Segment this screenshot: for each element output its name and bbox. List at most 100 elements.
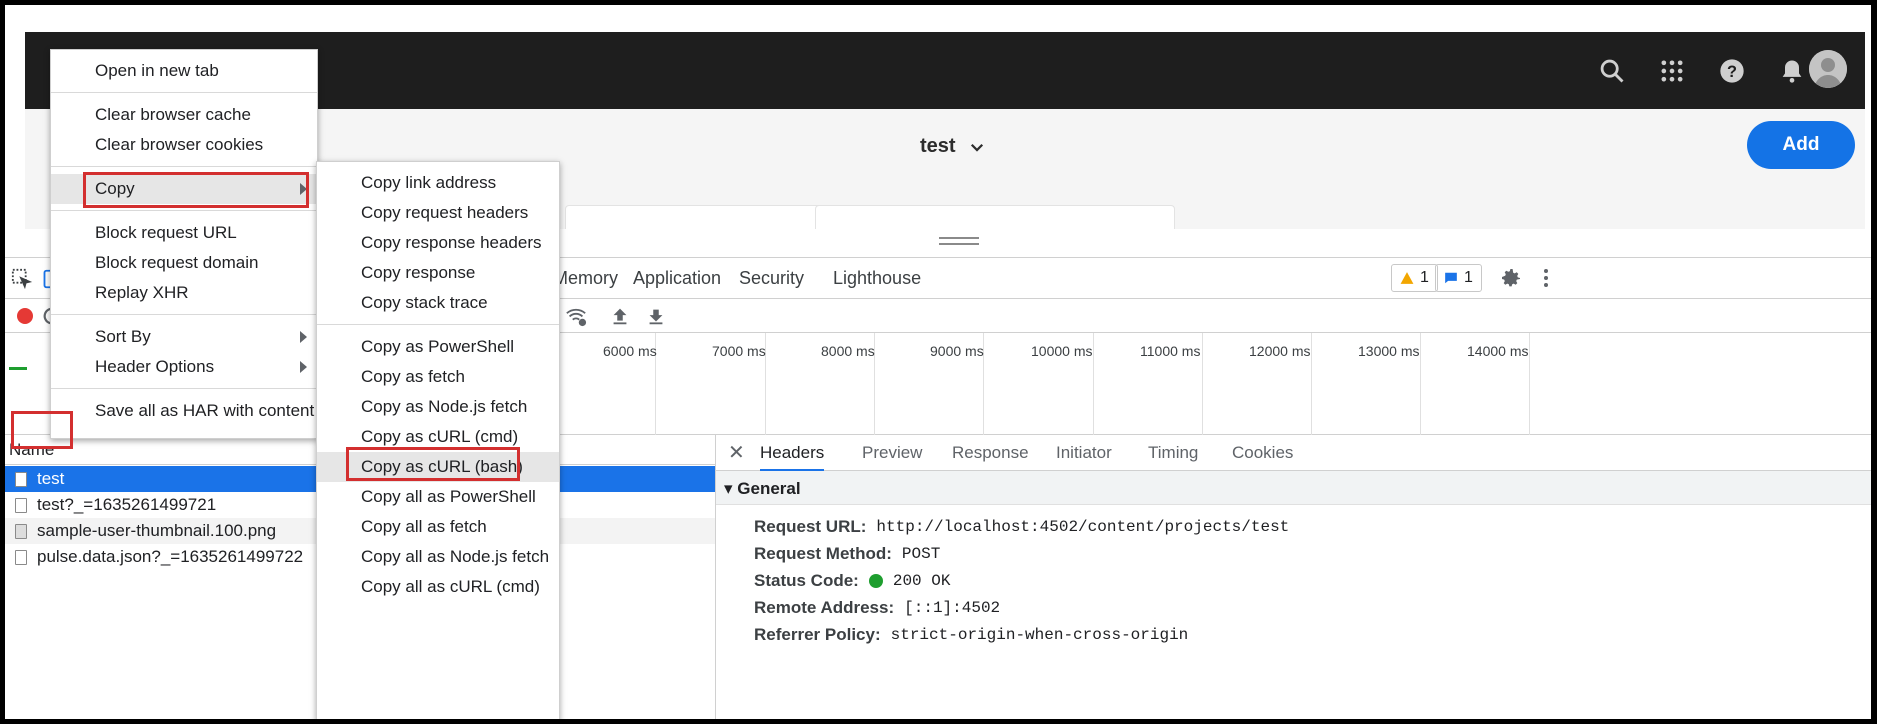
tab-lighthouse[interactable]: Lighthouse (833, 268, 921, 289)
menu-item-copy-request-headers[interactable]: Copy request headers (317, 198, 559, 228)
menu-item-copy-all-as-fetch[interactable]: Copy all as fetch (317, 512, 559, 542)
tab-memory[interactable]: Memory (553, 268, 618, 289)
document-icon (15, 471, 27, 487)
general-section-header[interactable]: ▾ General (716, 471, 1871, 505)
search-icon[interactable] (1595, 54, 1629, 88)
document-icon (15, 549, 27, 565)
warnings-badge[interactable]: 1 (1391, 264, 1438, 292)
menu-item-copy-response-headers[interactable]: Copy response headers (317, 228, 559, 258)
request-details-pane: ✕ Headers Preview Response Initiator Tim… (715, 435, 1871, 719)
gear-icon[interactable] (1497, 264, 1525, 292)
timeline-gridline (1529, 333, 1530, 435)
tab-initiator[interactable]: Initiator (1056, 443, 1112, 463)
add-button[interactable]: Add (1747, 121, 1855, 169)
menu-item-save-har[interactable]: Save all as HAR with content (51, 396, 317, 426)
tab-application[interactable]: Application (633, 268, 721, 289)
menu-item-copy-stack-trace[interactable]: Copy stack trace (317, 288, 559, 318)
request-method-row: Request Method: POST (754, 544, 941, 563)
import-har-icon[interactable] (609, 305, 631, 327)
timeline-gridline (1202, 333, 1203, 435)
menu-divider (51, 314, 317, 315)
menu-item-copy-as-curl-cmd[interactable]: Copy as cURL (cmd) (317, 422, 559, 452)
card-stub (815, 205, 1175, 229)
menu-item-sort-by[interactable]: Sort By (51, 322, 317, 352)
close-icon[interactable]: ✕ (728, 440, 745, 465)
menu-item-copy-link-address[interactable]: Copy link address (317, 168, 559, 198)
record-button[interactable] (17, 308, 33, 324)
svg-text:?: ? (1727, 63, 1737, 81)
apps-grid-icon[interactable] (1655, 54, 1689, 88)
menu-item-copy-as-curl-bash[interactable]: Copy as cURL (bash) (317, 452, 559, 482)
menu-item-copy-response[interactable]: Copy response (317, 258, 559, 288)
timeline-tick-label: 13000 ms (1358, 343, 1420, 359)
menu-item-copy-as-nodejs-fetch[interactable]: Copy as Node.js fetch (317, 392, 559, 422)
tab-cookies[interactable]: Cookies (1232, 443, 1293, 463)
messages-badge[interactable]: 1 (1435, 264, 1482, 292)
screenshot-frame: ? test Add Memory Application Security L… (5, 5, 1871, 719)
submenu-arrow-icon (300, 361, 307, 373)
menu-item-copy-all-as-curl-cmd[interactable]: Copy all as cURL (cmd) (317, 572, 559, 602)
help-icon[interactable]: ? (1715, 54, 1749, 88)
timeline-tick-label: 6000 ms (603, 343, 657, 359)
message-icon (1445, 272, 1457, 284)
submenu-arrow-icon (300, 183, 307, 195)
tab-response[interactable]: Response (952, 443, 1029, 463)
timeline-tick-label: 7000 ms (712, 343, 766, 359)
timeline-gridline (1093, 333, 1094, 435)
menu-item-copy-as-powershell[interactable]: Copy as PowerShell (317, 332, 559, 362)
menu-item-copy-all-as-powershell[interactable]: Copy all as PowerShell (317, 482, 559, 512)
chevron-down-icon (970, 143, 983, 152)
menu-item-clear-browser-cache[interactable]: Clear browser cache (51, 100, 317, 130)
copy-submenu: Copy link address Copy request headers C… (316, 161, 560, 719)
network-conditions-icon[interactable] (565, 305, 587, 327)
menu-item-block-request-url[interactable]: Block request URL (51, 218, 317, 248)
page-title: test (920, 135, 956, 157)
image-icon (15, 523, 27, 539)
details-tab-bar: ✕ Headers Preview Response Initiator Tim… (716, 435, 1871, 472)
remote-address-row: Remote Address: [::1]:4502 (754, 598, 1001, 617)
menu-item-clear-browser-cookies[interactable]: Clear browser cookies (51, 130, 317, 160)
status-ok-icon (868, 574, 883, 588)
menu-item-block-request-domain[interactable]: Block request domain (51, 248, 317, 278)
name-column-header[interactable]: Name (9, 440, 54, 460)
export-har-icon[interactable] (645, 305, 667, 327)
menu-divider (51, 166, 317, 167)
document-icon (15, 497, 27, 513)
more-options-icon[interactable] (1532, 264, 1560, 292)
timeline-bar (9, 367, 27, 370)
context-menu: Open in new tab Clear browser cache Clea… (50, 49, 318, 439)
menu-divider (51, 92, 317, 93)
tab-timing[interactable]: Timing (1148, 443, 1198, 463)
menu-item-header-options[interactable]: Header Options (51, 352, 317, 382)
timeline-gridline (1420, 333, 1421, 435)
menu-divider (317, 324, 559, 325)
timeline-tick-label: 8000 ms (821, 343, 875, 359)
status-code-row: Status Code: 200 OK (754, 571, 951, 590)
warning-icon (1400, 272, 1414, 284)
resize-handle[interactable] (939, 237, 979, 245)
menu-item-replay-xhr[interactable]: Replay XHR (51, 278, 317, 308)
timeline-tick-label: 10000 ms (1031, 343, 1093, 359)
menu-item-copy-all-as-nodejs-fetch[interactable]: Copy all as Node.js fetch (317, 542, 559, 572)
project-title-dropdown[interactable]: test (920, 135, 986, 158)
timeline-tick-label: 9000 ms (930, 343, 984, 359)
referrer-policy-row: Referrer Policy: strict-origin-when-cros… (754, 625, 1189, 644)
inspect-element-icon[interactable] (11, 268, 33, 290)
timeline-tick-label: 14000 ms (1467, 343, 1529, 359)
tab-preview[interactable]: Preview (862, 443, 922, 463)
menu-item-copy[interactable]: Copy (51, 174, 317, 204)
menu-divider (51, 210, 317, 211)
request-url-row: Request URL: http://localhost:4502/conte… (754, 517, 1290, 536)
timeline-tick-label: 11000 ms (1140, 343, 1201, 359)
menu-item-copy-as-fetch[interactable]: Copy as fetch (317, 362, 559, 392)
menu-item-open-in-new-tab[interactable]: Open in new tab (51, 56, 317, 86)
triangle-down-icon: ▾ (724, 479, 733, 498)
menu-divider (51, 388, 317, 389)
bell-icon[interactable] (1775, 54, 1809, 88)
tab-security[interactable]: Security (739, 268, 804, 289)
tab-headers[interactable]: Headers (760, 443, 825, 472)
timeline-gridline (1311, 333, 1312, 435)
user-avatar[interactable] (1809, 50, 1847, 88)
timeline-tick-label: 12000 ms (1249, 343, 1311, 359)
submenu-arrow-icon (300, 331, 307, 343)
